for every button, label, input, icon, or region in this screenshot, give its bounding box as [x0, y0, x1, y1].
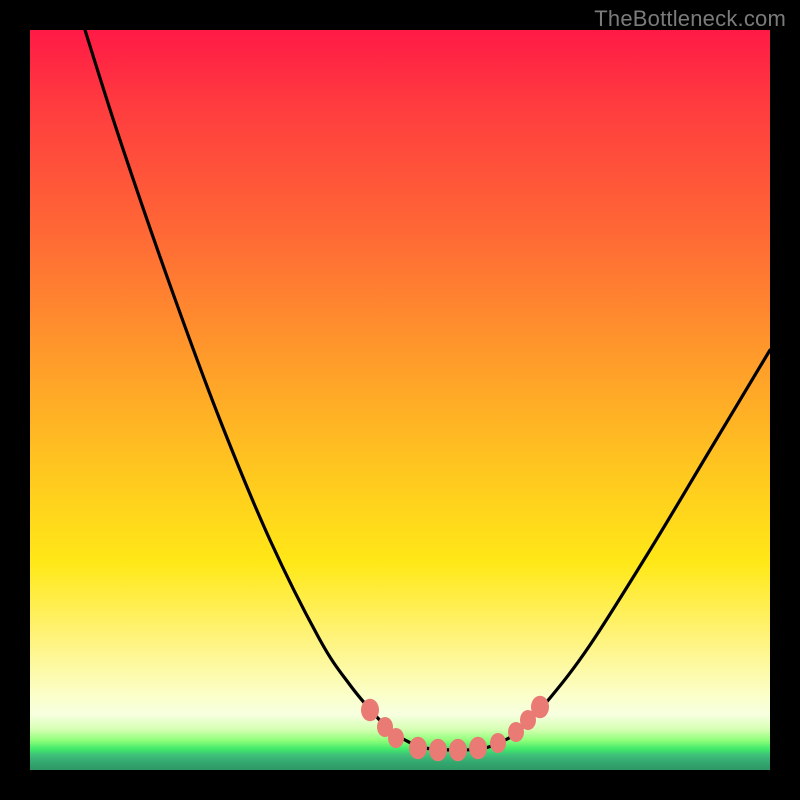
plot-area	[30, 30, 770, 770]
watermark-text: TheBottleneck.com	[594, 6, 786, 32]
highlight-dots	[361, 696, 549, 762]
highlight-dot	[388, 728, 404, 748]
highlight-dot	[490, 733, 506, 753]
highlight-dot	[531, 696, 549, 719]
curve-layer	[30, 30, 770, 770]
highlight-dot	[361, 699, 379, 722]
chart-frame: TheBottleneck.com	[0, 0, 800, 800]
highlight-dot	[409, 737, 427, 760]
highlight-dot	[377, 717, 393, 737]
highlight-dot	[508, 722, 524, 742]
highlight-dot	[520, 710, 536, 730]
highlight-dot	[449, 739, 467, 762]
highlight-dot	[469, 737, 487, 760]
highlight-dot	[429, 739, 447, 762]
bottleneck-curve	[85, 30, 770, 750]
